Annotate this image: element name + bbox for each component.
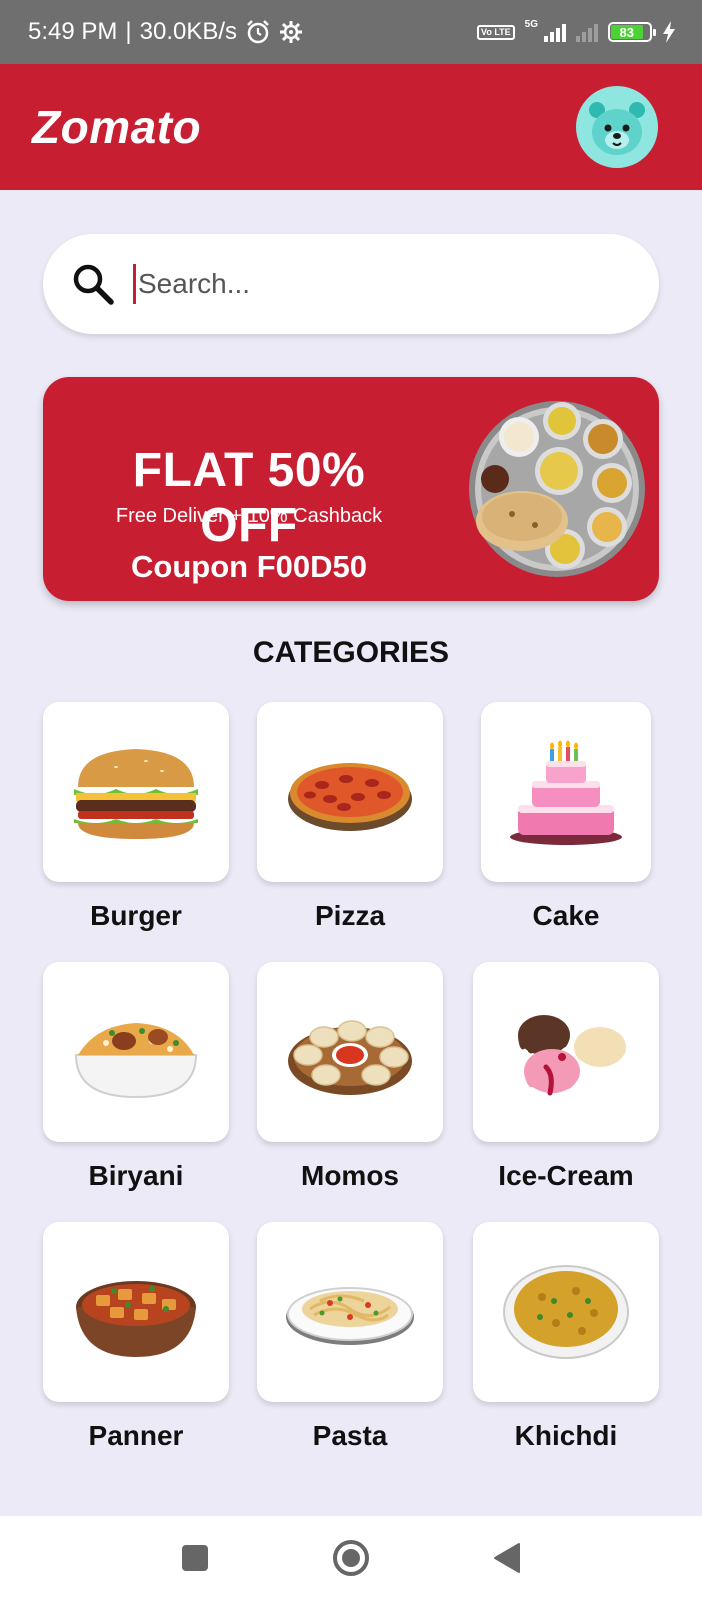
system-nav-bar — [0, 1516, 702, 1600]
category-label-pizza: Pizza — [314, 900, 386, 931]
back-triangle-icon — [494, 1543, 520, 1573]
promo-coupon-code: Coupon F00D50 — [131, 549, 367, 584]
ice-cream-icon — [518, 1015, 626, 1096]
home-circle-icon — [333, 1540, 369, 1576]
status-speed: 30.0KB/s — [139, 18, 238, 45]
category-label-momos: Momos — [301, 1160, 399, 1191]
category-label-khichdi: Khichdi — [514, 1420, 618, 1451]
momos-icon — [288, 1020, 412, 1095]
category-card-cake[interactable] — [481, 702, 651, 882]
category-label-panner: Panner — [88, 1420, 184, 1451]
recents-button[interactable] — [171, 1534, 219, 1582]
pizza-icon — [288, 763, 412, 831]
category-label-ice-cream: Ice-Cream — [498, 1160, 634, 1191]
cake-icon — [510, 740, 622, 845]
battery-icon: 83 — [608, 22, 656, 42]
category-card-khichdi[interactable] — [473, 1222, 659, 1402]
signal-strength-icon — [544, 22, 566, 42]
status-left: 5:49 PM | 30.0KB/s — [28, 18, 303, 46]
thali-plate-image — [469, 401, 645, 577]
categories-title: CATEGORIES — [252, 636, 450, 669]
category-card-ice-cream[interactable] — [473, 962, 659, 1142]
recents-square-icon — [182, 1545, 208, 1571]
status-bar: 5:49 PM | 30.0KB/s Vo LTE 5G 83 — [0, 0, 702, 64]
app-title: Zomato — [32, 101, 202, 153]
category-label-burger: Burger — [90, 900, 182, 931]
category-card-biryani[interactable] — [43, 962, 229, 1142]
charging-bolt-icon — [663, 21, 675, 43]
category-card-momos[interactable] — [257, 962, 443, 1142]
promo-subtext: Free Deliver + 10% Cashback — [115, 505, 383, 527]
category-label-biryani: Biryani — [88, 1160, 184, 1191]
promo-headline: FLAT 50% OFF — [132, 444, 366, 552]
paneer-icon — [76, 1281, 196, 1357]
search-input[interactable] — [138, 268, 659, 300]
promo-banner[interactable]: FLAT 50% OFF Free Deliver + 10% Cashback… — [43, 377, 659, 601]
status-right: Vo LTE 5G 83 — [476, 18, 676, 43]
category-card-pizza[interactable] — [257, 702, 443, 882]
bear-avatar-icon — [589, 102, 645, 155]
app-bar: Zomato — [0, 64, 702, 190]
category-card-panner[interactable] — [43, 1222, 229, 1402]
search-icon — [73, 264, 114, 305]
back-button[interactable] — [482, 1534, 530, 1582]
battery-level: 83 — [611, 25, 643, 40]
khichdi-icon — [503, 1265, 629, 1359]
category-card-pasta[interactable] — [257, 1222, 443, 1402]
pasta-icon — [286, 1287, 414, 1345]
volte-badge: Vo LTE — [476, 24, 515, 40]
biryani-icon — [74, 1023, 198, 1099]
category-card-burger[interactable] — [43, 702, 229, 882]
profile-avatar-button[interactable] — [576, 86, 658, 168]
network-type: 5G — [524, 18, 538, 30]
text-cursor — [133, 264, 136, 304]
settings-gear-icon — [280, 21, 303, 43]
search-bar[interactable] — [43, 234, 659, 334]
signal-strength-secondary-icon — [576, 22, 598, 42]
home-button[interactable] — [327, 1534, 375, 1582]
category-label-pasta: Pasta — [312, 1420, 388, 1451]
status-time: 5:49 PM — [28, 18, 118, 45]
category-label-cake: Cake — [532, 900, 600, 931]
burger-icon — [74, 749, 198, 839]
alarm-icon — [247, 20, 269, 44]
status-separator: | — [125, 18, 132, 45]
